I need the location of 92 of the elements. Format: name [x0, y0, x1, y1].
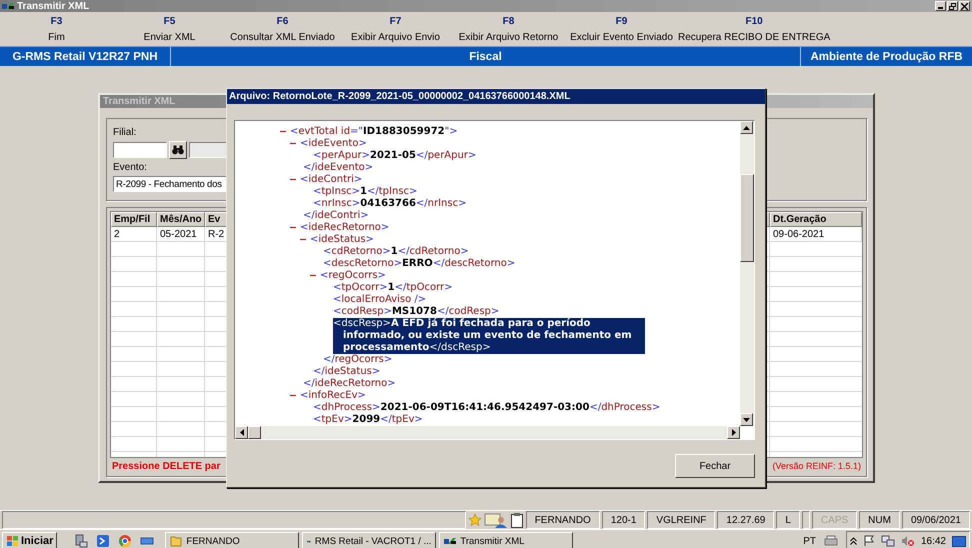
- xml-line: </ideEvento>: [303, 162, 374, 173]
- star-icon[interactable]: [468, 513, 482, 527]
- xml-line: </ideContri>: [303, 210, 369, 221]
- dialog-title: Arquivo: RetornoLote_R-2099_2021-05_00000002_04163766000148.XML: [229, 91, 570, 102]
- status-cell: [802, 511, 810, 529]
- environment-name: Ambiente de Produção RFB: [800, 47, 972, 66]
- restore-icon: [949, 2, 956, 10]
- xml-line[interactable]: <infoRecEv>: [300, 390, 366, 401]
- user-card-icon[interactable]: [484, 512, 508, 528]
- function-key-button[interactable]: F10 Recupera RECIBO DE ENTREGA: [678, 12, 830, 46]
- xml-line[interactable]: <tpEv>2099</tpEv>: [313, 414, 423, 425]
- window-title: Transmitir XML: [103, 96, 176, 107]
- right-arrow-icon[interactable]: [732, 429, 736, 436]
- taskbar-button[interactable]: RMS Retail - VACROT1 / ...: [302, 532, 436, 548]
- filial-field[interactable]: [113, 142, 167, 158]
- function-key-button[interactable]: F6 Consultar XML Enviado: [226, 12, 339, 46]
- speaker-muted-icon[interactable]: [900, 535, 915, 547]
- left-arrow-icon[interactable]: [240, 429, 244, 436]
- flag-icon[interactable]: [862, 535, 875, 547]
- xml-line[interactable]: <ideRecRetorno>: [300, 222, 390, 233]
- column-header[interactable]: Dt.Geração: [770, 212, 862, 227]
- binoculars-search-button[interactable]: [169, 141, 187, 159]
- close-button[interactable]: [959, 1, 970, 11]
- vertical-scrollbar[interactable]: [740, 121, 754, 426]
- restore-button[interactable]: [947, 1, 958, 11]
- xml-line: </regOcorrs>: [323, 354, 392, 365]
- function-key-button[interactable]: F7 Exibir Arquivo Envio: [339, 12, 452, 46]
- version-text: (Versão REINF: 1.5.1): [772, 461, 861, 471]
- browser-icon[interactable]: [118, 534, 132, 548]
- xml-line: </ideStatus>: [313, 366, 380, 377]
- status-cell: 120-1: [602, 511, 646, 529]
- server-icon[interactable]: [74, 534, 88, 548]
- xml-line[interactable]: <ideContri>: [300, 174, 362, 185]
- system-name: G-RMS Retail V12R27 PNH: [11, 50, 159, 64]
- xml-line[interactable]: <cdRetorno>1</cdRetorno>: [323, 246, 469, 257]
- column-header[interactable]: Mês/Ano: [157, 212, 205, 227]
- xml-line[interactable]: <ideStatus>: [310, 234, 374, 245]
- folder-icon: [170, 535, 182, 547]
- printer-icon[interactable]: [824, 535, 838, 547]
- xml-line: </ideRecRetorno>: [303, 378, 396, 389]
- show-desktop-icon[interactable]: [952, 536, 966, 546]
- window-title: Transmitir XML: [17, 0, 90, 12]
- column-header[interactable]: Emp/Fil: [111, 212, 157, 227]
- function-key-button[interactable]: F5 Enviar XML: [113, 12, 226, 46]
- close-icon: [961, 2, 968, 10]
- function-key-button[interactable]: F3 Fim: [0, 12, 113, 46]
- terminal-icon[interactable]: [96, 534, 110, 548]
- down-arrow-icon[interactable]: [743, 418, 750, 422]
- xml-line[interactable]: <codResp>MS1078</codResp>: [333, 306, 500, 317]
- xml-line[interactable]: <regOcorrs>: [320, 270, 386, 281]
- xml-line[interactable]: <tpOcorr>1</tpOcorr>: [333, 282, 453, 293]
- xml-line[interactable]: <descRetorno>ERRO</descRetorno>: [323, 258, 516, 269]
- status-cell: L: [776, 511, 800, 529]
- xml-line[interactable]: <perApur>2021-05</perApur>: [313, 150, 476, 161]
- network-icon[interactable]: [880, 535, 895, 547]
- status-cell: 12.27.69: [717, 511, 774, 529]
- chevron-up-icon[interactable]: [850, 537, 857, 545]
- function-key-button[interactable]: F8 Exibir Arquivo Retorno: [452, 12, 565, 46]
- horizontal-scrollbar[interactable]: [235, 426, 740, 439]
- xml-line[interactable]: <evtTotal id="ID1883059972">: [290, 126, 458, 137]
- scroll-thumb[interactable]: [248, 426, 261, 439]
- close-dialog-button[interactable]: Fechar: [675, 454, 755, 478]
- status-cell: FERNANDO: [526, 511, 600, 529]
- evento-label: Evento:: [113, 162, 147, 173]
- key-indicator: NUM: [859, 511, 900, 529]
- scroll-thumb[interactable]: [740, 174, 754, 262]
- taskbar-button[interactable]: Transmitir XML: [439, 532, 574, 548]
- xml-line[interactable]: <tpInsc>1</tpInsc>: [313, 186, 418, 197]
- clipboard-icon[interactable]: [510, 512, 524, 528]
- xml-line[interactable]: <localErroAviso />: [333, 294, 426, 305]
- clock[interactable]: 16:42: [920, 536, 946, 546]
- status-cell: VGLREINF: [647, 511, 716, 529]
- minimize-button[interactable]: [935, 1, 946, 11]
- xml-line[interactable]: <nrInsc>04163766</nrInsc>: [313, 198, 466, 209]
- windows-flag-icon: [6, 535, 19, 547]
- taskbar-button[interactable]: FERNANDO: [165, 532, 300, 548]
- filial-label: Filial:: [113, 127, 136, 138]
- app-logo-icon: [2, 2, 14, 10]
- table-cell: 05-2021: [157, 227, 205, 242]
- start-button[interactable]: Iniciar: [2, 532, 58, 548]
- xml-line[interactable]: <ideEvento>: [300, 138, 367, 149]
- table-cell: 09-06-2021: [770, 227, 862, 242]
- xml-line[interactable]: <dhProcess>2021-06-09T16:41:46.9542497-03:00</dhProcess>: [313, 402, 660, 413]
- language-indicator[interactable]: PT: [803, 536, 816, 546]
- binoculars-icon: [172, 145, 184, 155]
- app-logo-icon: [444, 536, 456, 546]
- module-name: Fiscal: [170, 47, 800, 66]
- up-arrow-icon[interactable]: [743, 126, 750, 130]
- table-cell: 2: [111, 227, 157, 242]
- hint-text: Pressione DELETE par: [112, 460, 220, 472]
- function-key-button[interactable]: F9 Excluir Evento Enviado: [565, 12, 678, 46]
- status-cell: 09/06/2021: [902, 511, 970, 529]
